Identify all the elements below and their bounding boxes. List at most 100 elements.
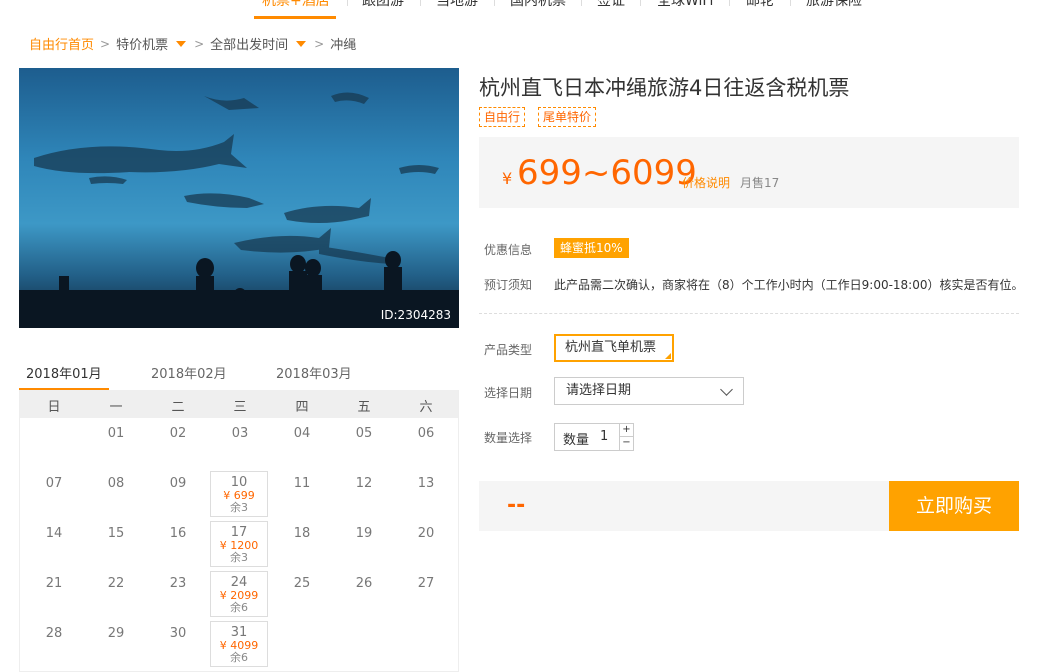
nav-group-tour[interactable]: 跟团游 bbox=[362, 0, 404, 10]
nav-divider bbox=[729, 0, 730, 6]
quantity-stepper[interactable]: 数量 1 + − bbox=[554, 423, 634, 451]
calendar-day-available[interactable]: 31 ¥ 4099 余6 bbox=[210, 621, 268, 667]
calendar-weekday-header: 日 一 二 三 四 五 六 bbox=[20, 390, 458, 418]
calendar-day: 26 bbox=[355, 576, 373, 591]
calendar-day: 18 bbox=[293, 526, 311, 541]
date-label: 选择日期 bbox=[484, 386, 533, 400]
nav-visa[interactable]: 签证 bbox=[597, 0, 625, 10]
minus-button[interactable]: − bbox=[620, 437, 633, 450]
weekday-fri: 五 bbox=[357, 400, 371, 415]
weekday-mon: 一 bbox=[109, 400, 123, 415]
calendar-day: 25 bbox=[293, 576, 311, 591]
day-stock: 余3 bbox=[230, 501, 248, 514]
plus-button[interactable]: + bbox=[620, 424, 633, 437]
calendar-day-available[interactable]: 17 ¥ 1200 余3 bbox=[210, 521, 268, 567]
discount-label: 优惠信息 bbox=[484, 243, 533, 257]
discount-badge: 蜂蜜抵10% bbox=[554, 238, 629, 258]
tag-free-travel: 自由行 bbox=[479, 107, 526, 127]
product-title: 杭州直飞日本冲绳旅游4日往返含税机票 bbox=[479, 76, 850, 100]
notice-label: 预订须知 bbox=[484, 278, 533, 292]
calendar-day: 27 bbox=[417, 576, 435, 591]
calendar-day: 16 bbox=[169, 526, 187, 541]
breadcrumb-home[interactable]: 自由行首页 bbox=[29, 34, 94, 53]
nav-divider bbox=[420, 0, 421, 6]
stepper-buttons: + − bbox=[619, 424, 633, 450]
product-type-option[interactable]: 杭州直飞单机票 bbox=[554, 334, 674, 362]
buy-bar: -- 立即购买 bbox=[479, 481, 1019, 531]
tab-month-mar[interactable]: 2018年03月 bbox=[276, 363, 352, 382]
top-nav: 机票+酒店 跟团游 当地游 国内机票 签证 全球WiFi 邮轮 旅游保险 bbox=[0, 0, 1041, 20]
calendar-day: 12 bbox=[355, 476, 373, 491]
buy-now-button[interactable]: 立即购买 bbox=[889, 481, 1019, 531]
section-divider bbox=[479, 313, 1019, 314]
quantity-label: 数量选择 bbox=[484, 431, 533, 445]
nav-divider bbox=[640, 0, 641, 6]
calendar-day: 20 bbox=[417, 526, 435, 541]
quantity-value[interactable]: 1 bbox=[600, 429, 608, 444]
day-stock: 余3 bbox=[230, 551, 248, 564]
chevron-right-icon: > bbox=[194, 36, 205, 51]
calendar-day: 03 bbox=[231, 426, 249, 441]
calendar-day: 23 bbox=[169, 576, 187, 591]
weekday-thu: 四 bbox=[295, 400, 309, 415]
date-select-placeholder: 请选择日期 bbox=[566, 383, 632, 398]
calendar-day-available[interactable]: 24 ¥ 2099 余6 bbox=[210, 571, 268, 617]
nav-cruise[interactable]: 邮轮 bbox=[746, 0, 774, 10]
nav-insurance[interactable]: 旅游保险 bbox=[806, 0, 862, 10]
calendar-day: 28 bbox=[45, 626, 63, 641]
breadcrumb-departure-time[interactable]: 全部出发时间 bbox=[210, 34, 288, 53]
nav-divider bbox=[347, 0, 348, 6]
date-calendar: 日 一 二 三 四 五 六 01 02 03 04 05 06 07 08 09… bbox=[19, 390, 459, 672]
product-photo[interactable]: ID:2304283 bbox=[19, 68, 459, 328]
notice-text: 此产品需二次确认，商家将在（8）个工作小时内（工作日9:00-18:00）核实是… bbox=[554, 278, 1024, 292]
price-panel: ¥ 699~6099 价格说明 月售17 bbox=[479, 137, 1019, 208]
nav-wifi[interactable]: 全球WiFi bbox=[657, 0, 713, 10]
calendar-day: 05 bbox=[355, 426, 373, 441]
tab-month-jan[interactable]: 2018年01月 bbox=[26, 363, 102, 382]
tag-clearance: 尾单特价 bbox=[538, 107, 597, 127]
caret-down-icon[interactable] bbox=[296, 40, 307, 47]
weekday-sun: 日 bbox=[47, 400, 61, 415]
calendar-day-available[interactable]: 10 ¥ 699 余3 bbox=[210, 471, 268, 517]
day-number: 10 bbox=[230, 475, 248, 490]
month-tabs: 2018年01月 2018年02月 2018年03月 bbox=[19, 362, 459, 391]
product-type-value: 杭州直飞单机票 bbox=[565, 340, 657, 355]
date-select[interactable]: 请选择日期 bbox=[554, 377, 744, 405]
day-number: 31 bbox=[230, 625, 248, 640]
calendar-day: 06 bbox=[417, 426, 435, 441]
calendar-day: 15 bbox=[107, 526, 125, 541]
day-stock: 余6 bbox=[230, 601, 248, 614]
calendar-day: 07 bbox=[45, 476, 63, 491]
nav-local-tour[interactable]: 当地游 bbox=[436, 0, 478, 10]
nav-divider bbox=[790, 0, 791, 6]
calendar-day: 22 bbox=[107, 576, 125, 591]
price-explanation-link[interactable]: 价格说明 bbox=[682, 174, 730, 191]
calendar-day: 30 bbox=[169, 626, 187, 641]
chevron-right-icon: > bbox=[314, 36, 325, 51]
calendar-day: 19 bbox=[355, 526, 373, 541]
calendar-day: 04 bbox=[293, 426, 311, 441]
nav-flight-hotel[interactable]: 机票+酒店 bbox=[262, 0, 330, 10]
weekday-sat: 六 bbox=[419, 400, 433, 415]
currency-symbol: ¥ bbox=[502, 169, 513, 188]
calendar-day: 08 bbox=[107, 476, 125, 491]
product-type-label: 产品类型 bbox=[484, 343, 533, 357]
weekday-tue: 二 bbox=[171, 400, 185, 415]
selected-check-icon bbox=[665, 353, 671, 359]
nav-domestic-flight[interactable]: 国内机票 bbox=[510, 0, 566, 10]
day-number: 17 bbox=[230, 525, 248, 540]
calendar-day: 11 bbox=[293, 476, 311, 491]
tab-month-feb[interactable]: 2018年02月 bbox=[151, 363, 227, 382]
calendar-day: 14 bbox=[45, 526, 63, 541]
nav-divider bbox=[494, 0, 495, 6]
aquarium-photo bbox=[19, 92, 459, 328]
breadcrumb-current: 冲绳 bbox=[330, 38, 357, 53]
monthly-sales: 月售17 bbox=[740, 176, 780, 190]
price-range: 699~6099 bbox=[517, 153, 697, 193]
calendar-day: 01 bbox=[107, 426, 125, 441]
total-price: -- bbox=[507, 493, 526, 518]
breadcrumb-flights[interactable]: 特价机票 bbox=[116, 34, 168, 53]
nav-divider bbox=[581, 0, 582, 6]
caret-down-icon[interactable] bbox=[176, 40, 187, 47]
calendar-day: 09 bbox=[169, 476, 187, 491]
